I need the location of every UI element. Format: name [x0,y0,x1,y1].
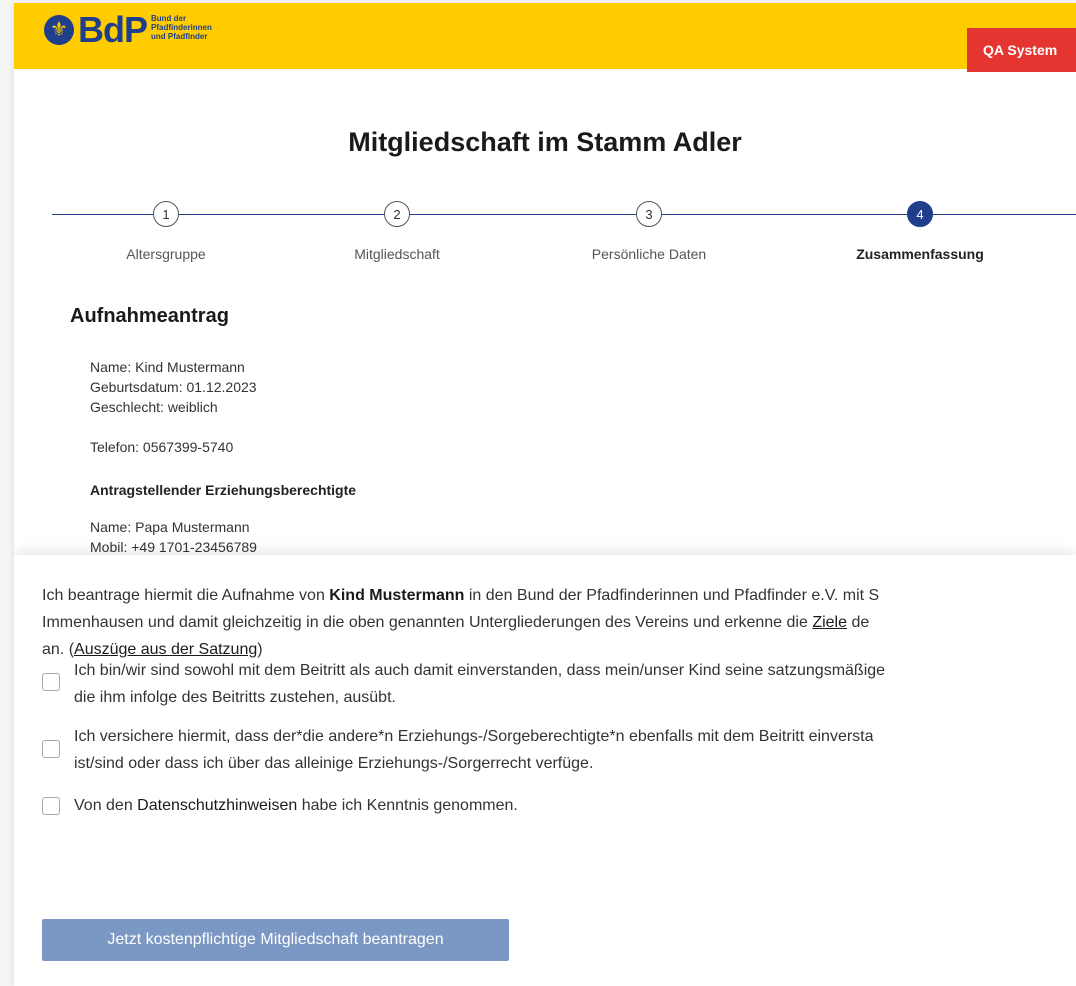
step-3-label[interactable]: Persönliche Daten [549,246,749,262]
guardian-mobile: Mobil: +49 1701-23456789 [90,539,257,555]
step-3-circle[interactable]: 3 [636,201,662,227]
consent-text: die ihm infolge des Beitritts zustehen, … [74,689,396,706]
guardian-heading: Antragstellender Erziehungsberechtigte [90,482,357,498]
statement-text: an. ( [42,641,75,658]
guardian-details: Name: Papa Mustermann Mobil: +49 1701-23… [90,517,257,557]
logo-sub-line: und Pfadfinder [151,31,208,41]
membership-consent-label[interactable]: Ich bin/wir sind sowohl mit dem Beitritt… [74,657,885,711]
logo-wordmark: BdP [78,9,148,50]
step-1-label[interactable]: Altersgruppe [66,246,266,262]
application-statement: Ich beantrage hiermit die Aufnahme von K… [42,582,1076,663]
logo-sub-line: Bund der [151,13,187,23]
step-1-circle[interactable]: 1 [153,201,179,227]
child-details: Name: Kind Mustermann Geburtsdatum: 01.1… [90,357,257,417]
submit-membership-button[interactable]: Jetzt kostenpflichtige Mitgliedschaft be… [42,919,509,961]
statement-text: in den Bund der Pfadfinderinnen und Pfad… [464,587,880,604]
ziele-link[interactable]: Ziele [812,614,847,631]
child-name: Name: Kind Mustermann [90,359,245,375]
privacy-checkbox[interactable] [42,797,60,815]
page-title: Mitgliedschaft im Stamm Adler [348,127,742,157]
summary-heading: Aufnahmeantrag [70,305,229,327]
satzung-link[interactable]: Auszüge aus der Satzung [74,641,257,658]
child-phone: Telefon: 0567399-5740 [90,439,234,455]
statement-text: Ich beantrage hiermit die Aufnahme von [42,587,330,604]
fleur-de-lis-icon: ⚜ [44,15,74,45]
step-2-circle[interactable]: 2 [384,201,410,227]
consent-text: Von den [74,797,138,814]
step-2-label[interactable]: Mitgliedschaft [297,246,497,262]
step-4-circle: 4 [907,201,933,227]
guardian-consent-label[interactable]: Ich versichere hiermit, dass der*die and… [74,723,874,777]
statement-text: de [847,614,870,631]
privacy-label[interactable]: Von den Datenschutzhinweisen habe ich Ke… [74,792,518,819]
statement-child-name: Kind Mustermann [329,587,465,604]
app-window: ⚜ BdP Bund der Pfadfinderinnen und Pfadf… [14,3,1076,986]
child-gender: Geschlecht: weiblich [90,399,218,415]
statement-text: Immenhausen und damit gleichzeitig in di… [42,614,813,631]
statement-text: ) [257,641,263,658]
logo-subtitle: Bund der Pfadfinderinnen und Pfadfinder [151,14,212,41]
qa-system-badge: QA System [967,28,1076,72]
membership-consent-checkbox[interactable] [42,673,60,691]
consent-text: habe ich Kenntnis genommen. [297,797,518,814]
header-bar: ⚜ BdP Bund der Pfadfinderinnen und Pfadf… [14,3,1076,72]
bdp-logo[interactable]: ⚜ BdP Bund der Pfadfinderinnen und Pfadf… [44,10,212,50]
guardian-name: Name: Papa Mustermann [90,519,250,535]
guardian-consent-checkbox[interactable] [42,740,60,758]
consent-panel: Ich beantrage hiermit die Aufnahme von K… [14,555,1076,986]
step-4-label: Zusammenfassung [856,246,984,262]
consent-text: Ich versichere hiermit, dass der*die and… [74,728,874,745]
privacy-notice-link[interactable]: Datenschutzhinweisen [137,797,297,814]
child-birthdate: Geburtsdatum: 01.12.2023 [90,379,257,395]
consent-text: ist/sind oder dass ich über das alleinig… [74,755,594,772]
consent-text: Ich bin/wir sind sowohl mit dem Beitritt… [74,662,886,679]
logo-sub-line: Pfadfinderinnen [151,22,212,32]
